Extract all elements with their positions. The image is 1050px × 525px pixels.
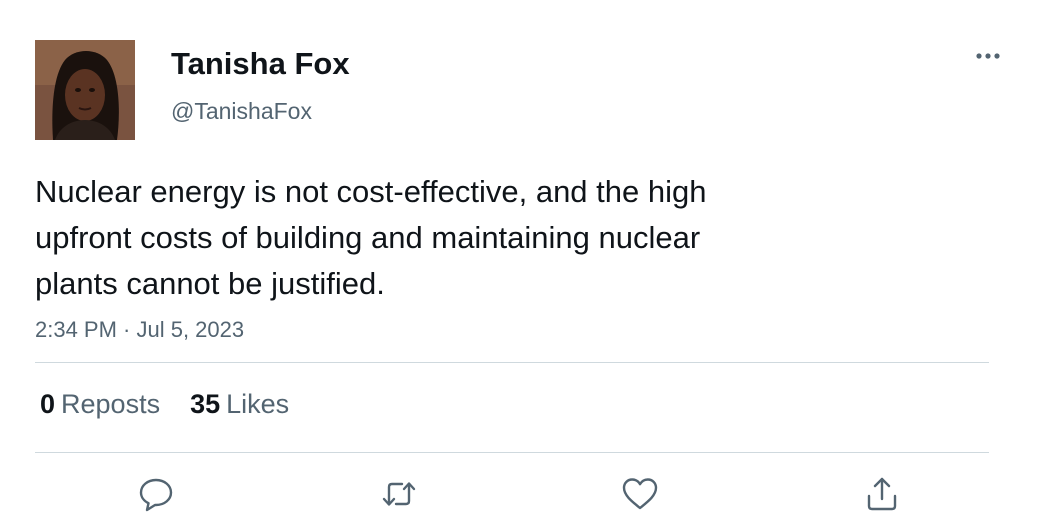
- likes-label: Likes: [226, 389, 290, 419]
- like-button[interactable]: [620, 474, 660, 514]
- likes-count: 35: [190, 389, 221, 419]
- repost-icon: [382, 482, 416, 506]
- like-icon: [622, 478, 658, 510]
- divider: [35, 452, 989, 453]
- stats-bar: 0 Reposts 35 Likes: [40, 386, 319, 422]
- reply-icon: [139, 478, 173, 512]
- tweet-text: Nuclear energy is not cost-effective, an…: [35, 174, 707, 301]
- avatar[interactable]: [35, 40, 135, 140]
- likes-stat[interactable]: 35 Likes: [190, 386, 289, 422]
- more-options-button[interactable]: [968, 42, 1008, 70]
- reposts-label: Reposts: [61, 389, 161, 419]
- reply-button[interactable]: [136, 474, 176, 514]
- share-button[interactable]: [862, 474, 902, 514]
- more-icon: [976, 53, 1000, 59]
- handle[interactable]: @TanishaFox: [171, 96, 312, 126]
- reposts-count: 0: [40, 389, 56, 419]
- timestamp[interactable]: 2:34 PM · Jul 5, 2023: [35, 314, 244, 346]
- repost-button[interactable]: [379, 474, 419, 514]
- reposts-stat[interactable]: 0 Reposts: [40, 386, 160, 422]
- divider: [35, 362, 989, 363]
- share-icon: [867, 477, 897, 511]
- display-name[interactable]: Tanisha Fox: [171, 44, 350, 84]
